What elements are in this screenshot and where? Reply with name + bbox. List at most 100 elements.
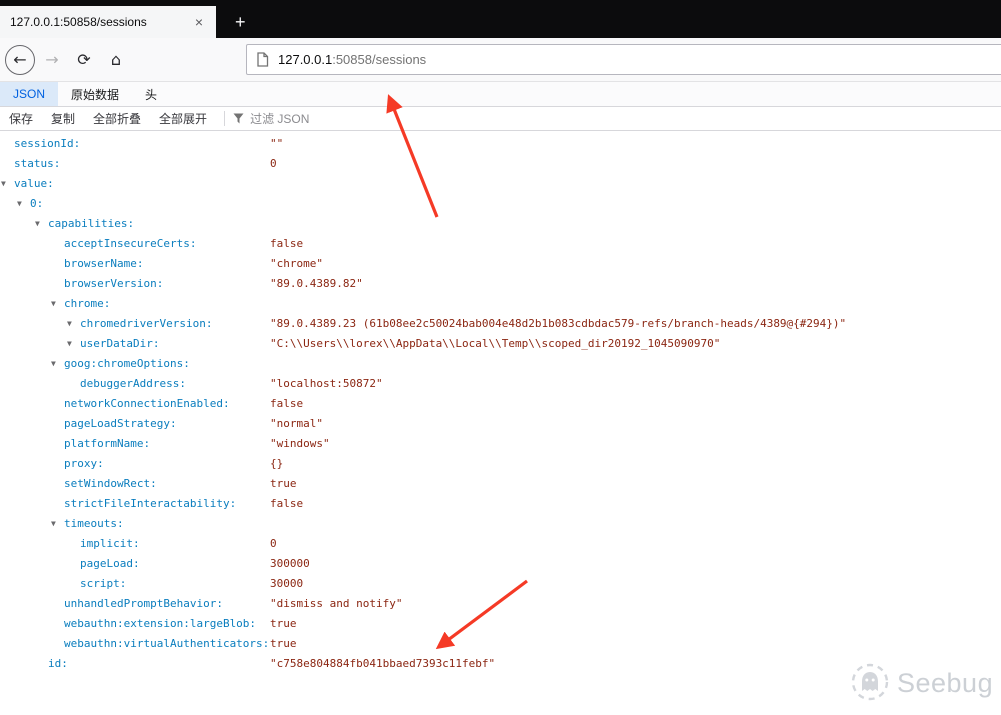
json-key[interactable]: proxy: xyxy=(64,457,104,470)
json-key[interactable]: chrome: xyxy=(64,297,110,310)
json-key[interactable]: value: xyxy=(14,177,54,190)
json-value: false xyxy=(270,497,304,510)
tab-raw-data[interactable]: 原始数据 xyxy=(58,82,132,106)
json-tree-row: browserName: "chrome" xyxy=(0,254,1001,274)
json-tree-row: status: 0 xyxy=(0,154,1001,174)
url-host: 127.0.0.1 xyxy=(278,52,333,67)
expand-arrow-icon[interactable]: ▼ xyxy=(51,294,56,314)
json-key[interactable]: webauthn:extension:largeBlob: xyxy=(64,617,256,630)
json-key[interactable]: goog:chromeOptions: xyxy=(64,357,190,370)
expand-arrow-icon[interactable]: ▼ xyxy=(35,214,40,234)
expand-arrow-icon[interactable]: ▼ xyxy=(51,354,56,374)
json-key[interactable]: timeouts: xyxy=(64,517,124,530)
filter-json-box[interactable] xyxy=(233,111,381,126)
json-value: {} xyxy=(270,457,284,470)
expand-arrow-icon[interactable]: ▼ xyxy=(17,194,22,214)
copy-button[interactable]: 复制 xyxy=(42,110,84,127)
toolbar-divider xyxy=(224,111,226,126)
browser-window: 127.0.0.1:50858/sessions × + ← → ⟳ ⌂ 127… xyxy=(0,0,1001,715)
page-icon xyxy=(257,52,269,67)
expand-arrow-icon[interactable]: ▼ xyxy=(51,514,56,534)
json-value: "c758e804884fb041bbaed7393c11febf" xyxy=(270,657,496,670)
json-key[interactable]: chromedriverVersion: xyxy=(80,317,212,330)
json-value: 0 xyxy=(270,157,277,170)
json-key[interactable]: id: xyxy=(48,657,68,670)
tab-headers[interactable]: 头 xyxy=(132,82,170,106)
json-tree-row: strictFileInteractability: false xyxy=(0,494,1001,514)
json-key[interactable]: setWindowRect: xyxy=(64,477,157,490)
filter-json-input[interactable] xyxy=(250,111,381,126)
navigation-toolbar: ← → ⟳ ⌂ 127.0.0.1:50858/sessions xyxy=(0,38,1001,82)
json-tree-row: browserVersion: "89.0.4389.82" xyxy=(0,274,1001,294)
json-value: "89.0.4389.23 (61b08ee2c50024bab004e48d2… xyxy=(270,317,847,330)
json-tree-row: networkConnectionEnabled: false xyxy=(0,394,1001,414)
json-tree-row: proxy: {} xyxy=(0,454,1001,474)
json-value: "89.0.4389.82" xyxy=(270,277,363,290)
save-button[interactable]: 保存 xyxy=(0,110,42,127)
json-value: "C:\\Users\\lorex\\AppData\\Local\\Temp\… xyxy=(270,337,721,350)
close-tab-icon[interactable]: × xyxy=(192,14,206,30)
json-tree-row: ▼ userDataDir: "C:\\Users\\lorex\\AppData\… xyxy=(0,334,1001,354)
json-value: 300000 xyxy=(270,557,310,570)
json-tree-row: sessionId: "" xyxy=(0,134,1001,154)
expand-all-button[interactable]: 全部展开 xyxy=(150,110,216,127)
json-tree-row: implicit: 0 xyxy=(0,534,1001,554)
json-value: "" xyxy=(270,137,284,150)
json-viewer-toolbar: 保存 复制 全部折叠 全部展开 xyxy=(0,107,1001,131)
seebug-watermark: Seebug xyxy=(850,662,993,704)
forward-button[interactable]: → xyxy=(37,45,67,75)
json-key[interactable]: platformName: xyxy=(64,437,150,450)
back-button[interactable]: ← xyxy=(5,44,35,75)
tab-json[interactable]: JSON xyxy=(0,82,59,106)
json-key[interactable]: browserVersion: xyxy=(64,277,163,290)
reload-button[interactable]: ⟳ xyxy=(69,45,99,75)
json-value: false xyxy=(270,237,304,250)
expand-arrow-icon[interactable]: ▼ xyxy=(1,174,6,194)
json-tree: sessionId: "" status: 0 ▼ value: ▼ 0: ▼ capabilit… xyxy=(0,131,1001,674)
collapse-all-button[interactable]: 全部折叠 xyxy=(84,110,150,127)
json-value: "normal" xyxy=(270,417,323,430)
json-key[interactable]: acceptInsecureCerts: xyxy=(64,237,196,250)
json-key[interactable]: pageLoad: xyxy=(80,557,140,570)
json-key[interactable]: status: xyxy=(14,157,60,170)
json-key[interactable]: userDataDir: xyxy=(80,337,159,350)
json-tree-row: ▼ chrome: xyxy=(0,294,1001,314)
json-key[interactable]: capabilities: xyxy=(48,217,134,230)
seebug-watermark-text: Seebug xyxy=(897,667,994,698)
json-key[interactable]: script: xyxy=(80,577,126,590)
json-key[interactable]: debuggerAddress: xyxy=(80,377,186,390)
json-key[interactable]: strictFileInteractability: xyxy=(64,497,236,510)
json-tree-row: ▼ goog:chromeOptions: xyxy=(0,354,1001,374)
json-key[interactable]: implicit: xyxy=(80,537,140,550)
expand-arrow-icon[interactable]: ▼ xyxy=(67,334,72,354)
filter-icon xyxy=(233,113,244,124)
json-tree-row: ▼ timeouts: xyxy=(0,514,1001,534)
browser-tab[interactable]: 127.0.0.1:50858/sessions × xyxy=(0,6,216,38)
json-tree-row: webauthn:virtualAuthenticators: true xyxy=(0,634,1001,654)
json-tree-row: ▼ chromedriverVersion: "89.0.4389.23 (61b0… xyxy=(0,314,1001,334)
json-key[interactable]: sessionId: xyxy=(14,137,80,150)
json-viewer-tabs: JSON 原始数据 头 xyxy=(0,82,1001,107)
home-button[interactable]: ⌂ xyxy=(101,45,131,75)
json-tree-row: platformName: "windows" xyxy=(0,434,1001,454)
json-tree-row: acceptInsecureCerts: false xyxy=(0,234,1001,254)
json-value: "windows" xyxy=(270,437,330,450)
json-tree-row: unhandledPromptBehavior: "dismiss and not… xyxy=(0,594,1001,614)
url-bar[interactable]: 127.0.0.1:50858/sessions xyxy=(246,44,1001,75)
json-value: "dismiss and notify" xyxy=(270,597,403,610)
json-value: "chrome" xyxy=(270,257,323,270)
json-key[interactable]: networkConnectionEnabled: xyxy=(64,397,230,410)
json-value: "localhost:50872" xyxy=(270,377,383,390)
json-key[interactable]: webauthn:virtualAuthenticators: xyxy=(64,637,269,650)
json-key[interactable]: browserName: xyxy=(64,257,143,270)
url-text: 127.0.0.1:50858/sessions xyxy=(278,52,426,67)
expand-arrow-icon[interactable]: ▼ xyxy=(67,314,72,334)
json-key[interactable]: unhandledPromptBehavior: xyxy=(64,597,223,610)
json-tree-row: ▼ value: xyxy=(0,174,1001,194)
json-value: false xyxy=(270,397,304,410)
json-value: 30000 xyxy=(270,577,304,590)
seebug-logo-icon xyxy=(851,663,889,701)
json-key[interactable]: pageLoadStrategy: xyxy=(64,417,177,430)
new-tab-button[interactable]: + xyxy=(222,6,259,38)
json-key[interactable]: 0: xyxy=(30,197,43,210)
